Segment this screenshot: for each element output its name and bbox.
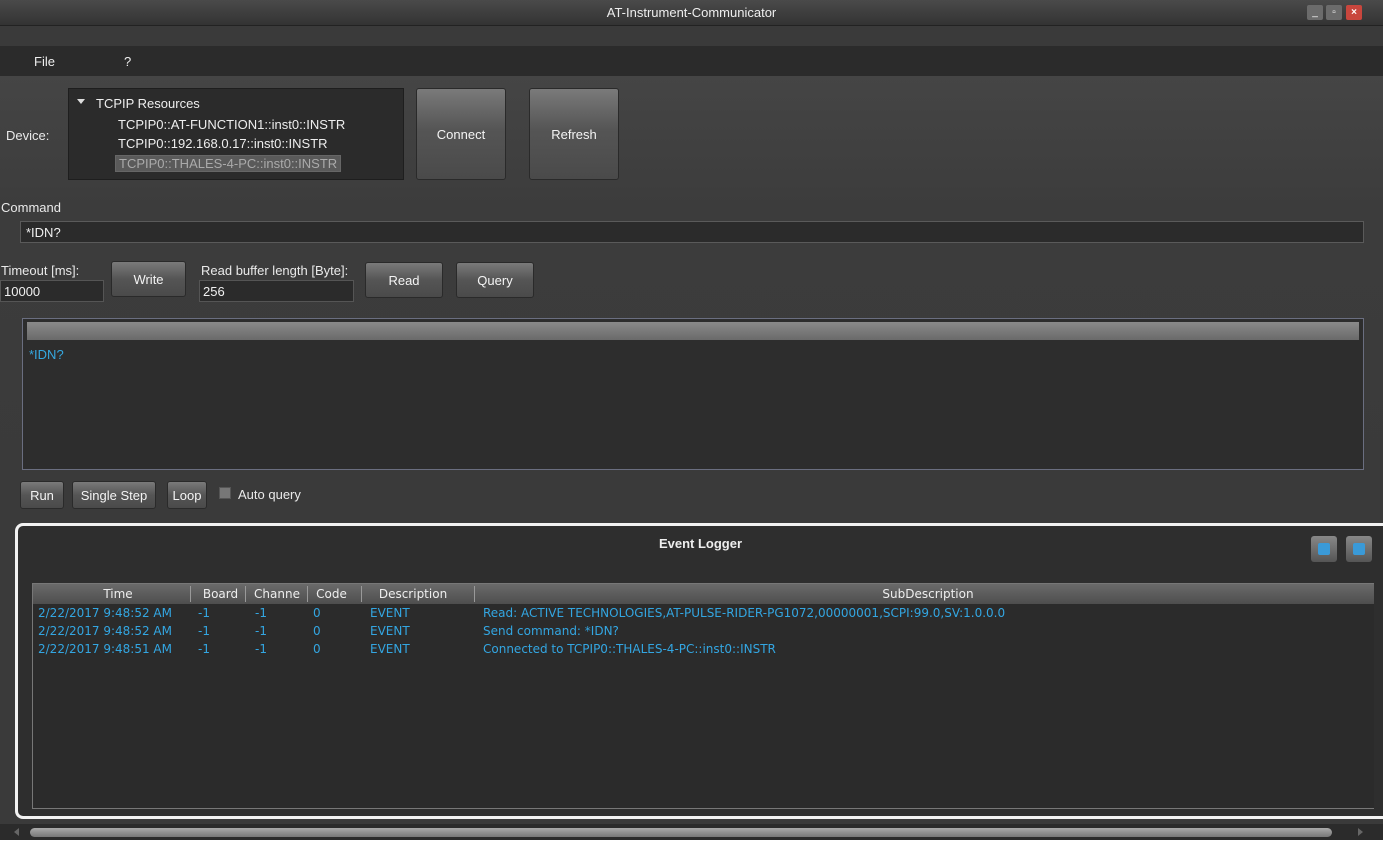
- cell-board: -1: [198, 642, 210, 656]
- cell-time: 2/22/2017 9:48:52 AM: [38, 624, 172, 638]
- cell-channel: -1: [255, 606, 267, 620]
- column-header-channel[interactable]: Channe: [247, 587, 307, 601]
- command-input[interactable]: [20, 221, 1364, 243]
- clear-icon: [1318, 543, 1330, 555]
- device-tree[interactable]: TCPIP Resources TCPIP0::AT-FUNCTION1::in…: [68, 88, 404, 180]
- scroll-right-icon[interactable]: [1358, 828, 1363, 836]
- single-step-button[interactable]: Single Step: [72, 481, 156, 509]
- table-row[interactable]: 2/22/2017 9:48:52 AM -1 -1 0 EVENT Read:…: [33, 605, 1374, 623]
- cell-code: 0: [313, 642, 321, 656]
- script-text[interactable]: *IDN?: [29, 347, 64, 362]
- cell-code: 0: [313, 624, 321, 638]
- event-log-table[interactable]: Time Board Channe Code Description SubDe…: [32, 583, 1374, 809]
- logger-clear-button[interactable]: [1311, 536, 1337, 562]
- timeout-label: Timeout [ms]:: [1, 263, 80, 278]
- cell-description: EVENT: [370, 642, 410, 656]
- read-button[interactable]: Read: [365, 262, 443, 298]
- table-row[interactable]: 2/22/2017 9:48:51 AM -1 -1 0 EVENT Conne…: [33, 641, 1374, 659]
- auto-query-checkbox[interactable]: [219, 487, 231, 499]
- script-editor[interactable]: *IDN?: [22, 318, 1364, 470]
- refresh-button[interactable]: Refresh: [529, 88, 619, 180]
- column-header-description[interactable]: Description: [367, 587, 459, 601]
- column-separator[interactable]: [190, 586, 191, 602]
- minimize-button[interactable]: _: [1307, 5, 1323, 20]
- cell-time: 2/22/2017 9:48:51 AM: [38, 642, 172, 656]
- cell-board: -1: [198, 606, 210, 620]
- save-icon: [1353, 543, 1365, 555]
- cell-channel: -1: [255, 642, 267, 656]
- maximize-button[interactable]: ▫: [1326, 5, 1342, 20]
- run-button[interactable]: Run: [20, 481, 64, 509]
- title-bar: AT-Instrument-Communicator _ ▫ ×: [0, 0, 1383, 26]
- buffer-length-label: Read buffer length [Byte]:: [201, 263, 349, 278]
- column-header-time[interactable]: Time: [93, 587, 143, 601]
- close-button[interactable]: ×: [1346, 5, 1362, 20]
- connect-button[interactable]: Connect: [416, 88, 506, 180]
- menu-bar: File ?: [0, 46, 1383, 76]
- device-label: Device:: [6, 128, 50, 143]
- table-row[interactable]: 2/22/2017 9:48:52 AM -1 -1 0 EVENT Send …: [33, 623, 1374, 641]
- window-title: AT-Instrument-Communicator: [606, 5, 777, 20]
- cell-description: EVENT: [370, 606, 410, 620]
- write-button[interactable]: Write: [111, 261, 186, 297]
- cell-board: -1: [198, 624, 210, 638]
- loop-button[interactable]: Loop: [167, 481, 207, 509]
- scroll-left-icon[interactable]: [14, 828, 19, 836]
- device-resource-item[interactable]: TCPIP0::192.168.0.17::inst0::INSTR: [118, 136, 328, 151]
- column-separator[interactable]: [307, 586, 308, 602]
- device-resource-item[interactable]: TCPIP0::AT-FUNCTION1::inst0::INSTR: [118, 117, 345, 132]
- cell-code: 0: [313, 606, 321, 620]
- app-window: AT-Instrument-Communicator _ ▫ × File ? …: [0, 0, 1383, 861]
- column-header-code[interactable]: Code: [309, 587, 354, 601]
- cell-subdescription: Read: ACTIVE TECHNOLOGIES,AT-PULSE-RIDER…: [483, 606, 1006, 620]
- column-header-subdescription[interactable]: SubDescription: [483, 587, 1373, 601]
- horizontal-scrollbar[interactable]: [0, 824, 1383, 840]
- column-header-board[interactable]: Board: [198, 587, 243, 601]
- buffer-length-input[interactable]: [199, 280, 354, 302]
- command-label: Command: [1, 200, 61, 215]
- auto-query-label: Auto query: [238, 487, 301, 502]
- menu-help[interactable]: ?: [124, 54, 131, 69]
- column-separator[interactable]: [245, 586, 246, 602]
- event-logger-panel: Event Logger Time Board Channe Code Desc…: [15, 523, 1383, 819]
- cell-subdescription: Send command: *IDN?: [483, 624, 619, 638]
- column-separator[interactable]: [474, 586, 475, 602]
- cell-subdescription: Connected to TCPIP0::THALES-4-PC::inst0:…: [483, 642, 776, 656]
- bottom-strip: [0, 840, 1383, 861]
- logger-save-button[interactable]: [1346, 536, 1372, 562]
- device-resource-item-selected[interactable]: TCPIP0::THALES-4-PC::inst0::INSTR: [115, 155, 342, 172]
- menu-file[interactable]: File: [34, 54, 55, 69]
- column-separator[interactable]: [361, 586, 362, 602]
- event-logger-title: Event Logger: [658, 536, 743, 551]
- query-button[interactable]: Query: [456, 262, 534, 298]
- table-header: Time Board Channe Code Description SubDe…: [33, 584, 1374, 604]
- cell-channel: -1: [255, 624, 267, 638]
- script-editor-header: [27, 322, 1359, 340]
- cell-description: EVENT: [370, 624, 410, 638]
- scrollbar-thumb[interactable]: [30, 828, 1332, 837]
- tree-root-tcpip[interactable]: TCPIP Resources: [96, 96, 200, 111]
- timeout-input[interactable]: [0, 280, 104, 302]
- cell-time: 2/22/2017 9:48:52 AM: [38, 606, 172, 620]
- expand-arrow-icon[interactable]: [77, 99, 85, 104]
